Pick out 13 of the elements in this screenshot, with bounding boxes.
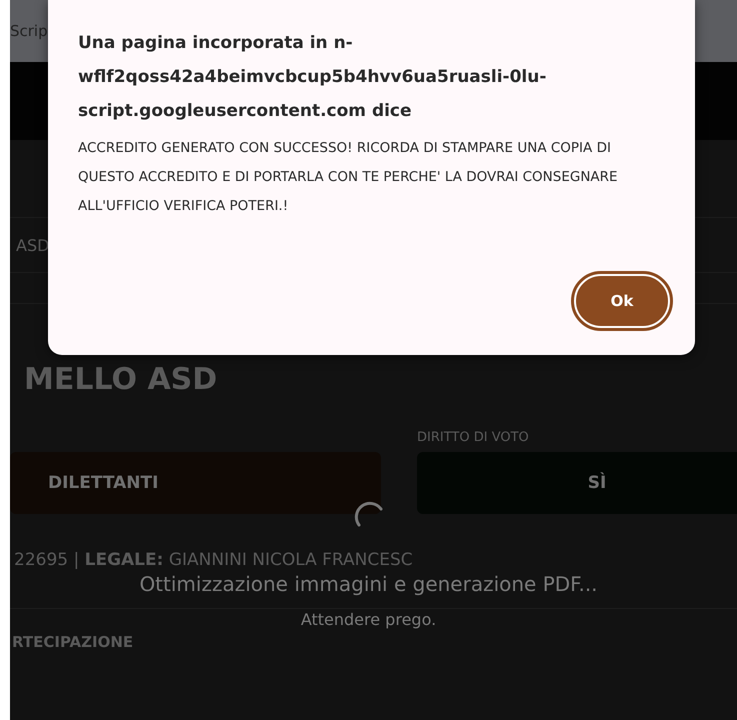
vote-badge: SÌ [417,452,737,514]
page-title: MELLO ASD [23,361,218,399]
loading-sub-message: Attendere prego. [300,610,436,629]
info-line: 22695 | LEGALE: GIANNINI NICOLA FRANCESC [14,550,414,570]
section-title: RTECIPAZIONE [12,633,134,651]
row-text: ASD [16,236,50,254]
ok-button[interactable]: Ok [574,274,670,328]
dialog-title: Una pagina incorporata in n-wflf2qoss42a4beimvcbcup5b4hvv6ua5ruasli-0lu-script.googleusercontent.com dice [78,32,548,123]
loading-message: Ottimizzazione immagini e generazione PDF... [139,572,598,596]
top-bar-text: Scrip [10,22,48,40]
category-badge: DILETTANTI [10,452,381,514]
dialog-message: ACCREDITO GENERATO CON SUCCESSO! RICORDA DI STAMPARE UNA COPIA DI QUESTO ACCREDITO E DI PORTARLA CON TE PERCHE' LA DOVRAI CONSEGNARE ALL'UFFICIO VERIFICA POTERI.! [78,139,619,216]
vote-label: DIRITTO DI VOTO [417,430,530,446]
